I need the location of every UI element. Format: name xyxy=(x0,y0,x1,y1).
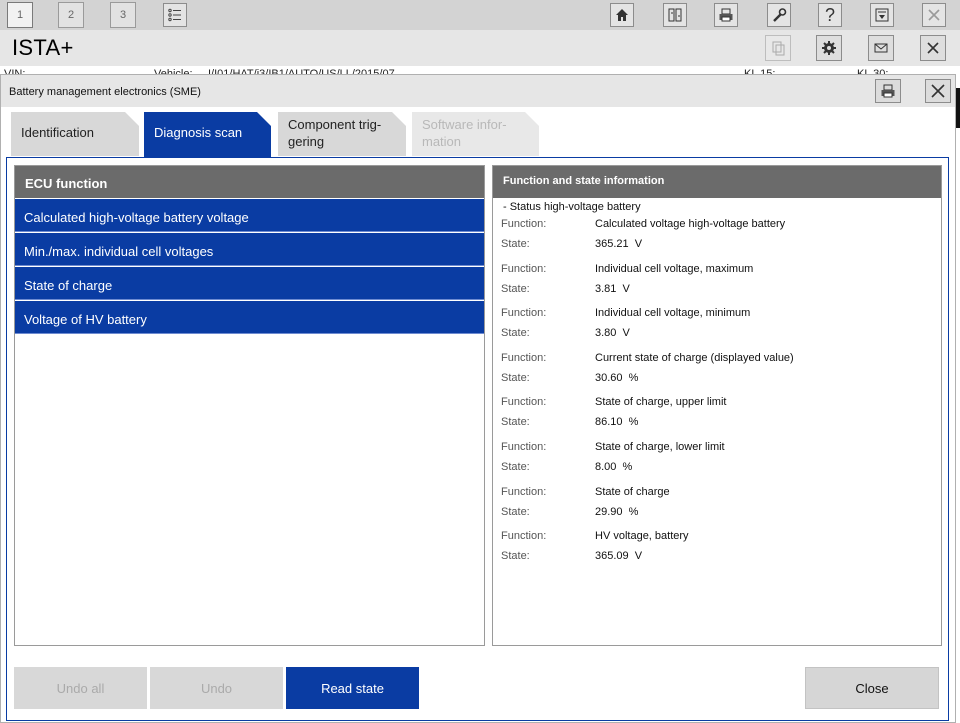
ecu-function-item[interactable]: State of charge xyxy=(15,267,484,300)
list-icon[interactable] xyxy=(161,1,189,29)
function-value: State of charge, upper limit xyxy=(595,396,727,409)
session-tab-3[interactable]: 3 xyxy=(110,2,136,28)
state-value: 3.80 V xyxy=(595,327,630,340)
close-icon[interactable] xyxy=(925,79,951,103)
undo-button[interactable]: Undo xyxy=(150,667,283,709)
wrench-icon[interactable] xyxy=(765,1,793,29)
undo-all-button[interactable]: Undo all xyxy=(14,667,147,709)
title-bar: ISTA+ xyxy=(0,30,960,66)
function-label: Function: xyxy=(501,441,547,453)
function-label: Function: xyxy=(501,218,547,230)
vehicle-data-icon[interactable] xyxy=(661,1,689,29)
state-value: 365.21 V xyxy=(595,238,643,250)
function-label: Function: xyxy=(501,351,547,364)
function-value: Current state of charge (displayed value… xyxy=(595,351,794,364)
help-icon[interactable]: ? xyxy=(816,1,844,29)
function-value: Calculated voltage high-voltage battery xyxy=(595,218,786,230)
function-value: Individual cell voltage, minimum xyxy=(595,307,751,320)
state-value: 8.00 % xyxy=(595,461,633,473)
state-value: 365.09 V xyxy=(595,550,643,563)
state-label: State: xyxy=(501,327,530,340)
ecu-function-item[interactable]: Min./max. individual cell voltages xyxy=(15,233,484,266)
state-value: 3.81 V xyxy=(595,282,630,295)
ecu-function-header: ECU function xyxy=(15,166,484,198)
mail-icon[interactable] xyxy=(868,35,894,61)
tab-diagnosis-scan[interactable]: Diagnosis scan xyxy=(144,112,271,158)
function-value: State of charge, lower limit xyxy=(595,441,725,453)
sme-dialog: Battery management electronics (SME) Ide… xyxy=(0,74,956,723)
function-value: State of charge xyxy=(595,485,670,498)
state-label: State: xyxy=(501,371,530,384)
function-label: Function: xyxy=(501,262,547,275)
function-state-panel: Function and state information - Status … xyxy=(492,165,942,646)
close-icon[interactable] xyxy=(920,35,946,61)
tab-identification[interactable]: Identification xyxy=(11,112,139,156)
ecu-function-panel: ECU function Calculated high-voltage bat… xyxy=(14,165,485,646)
state-label: State: xyxy=(501,505,530,518)
state-label: State: xyxy=(501,416,530,429)
function-state-header: Function and state information xyxy=(493,166,941,198)
download-icon[interactable] xyxy=(868,1,896,29)
tab-content-frame: ECU function Calculated high-voltage bat… xyxy=(6,157,949,721)
app-title: ISTA+ xyxy=(12,35,74,60)
ista-window: 1 2 3 ? ISTA+ VIN: Vehicle: I/I01/HAT/i3… xyxy=(0,0,960,723)
function-label: Function: xyxy=(501,307,547,320)
group-title: - Status high-voltage battery xyxy=(503,201,641,213)
function-label: Function: xyxy=(501,396,547,409)
close-button[interactable]: Close xyxy=(805,667,939,709)
copy-icon[interactable] xyxy=(765,35,791,61)
print-icon[interactable] xyxy=(712,1,740,29)
home-icon[interactable] xyxy=(608,1,636,29)
state-value: 30.60 % xyxy=(595,371,639,384)
state-label: State: xyxy=(501,461,530,473)
state-label: State: xyxy=(501,238,530,250)
state-label: State: xyxy=(501,550,530,563)
function-value: HV voltage, battery xyxy=(595,530,689,543)
ecu-function-item[interactable]: Calculated high-voltage battery voltage xyxy=(15,199,484,232)
state-label: State: xyxy=(501,282,530,295)
top-toolbar: 1 2 3 ? xyxy=(0,0,960,30)
function-label: Function: xyxy=(501,530,547,543)
print-icon[interactable] xyxy=(875,79,901,103)
state-value: 86.10 % xyxy=(595,416,639,429)
state-value: 29.90 % xyxy=(595,505,639,518)
gear-icon[interactable] xyxy=(816,35,842,61)
dialog-title: Battery management electronics (SME) xyxy=(9,86,201,98)
session-tab-2[interactable]: 2 xyxy=(58,2,84,28)
read-state-button[interactable]: Read state xyxy=(286,667,419,709)
tab-software-information: Software infor- mation xyxy=(412,112,539,156)
session-tab-1[interactable]: 1 xyxy=(7,2,33,28)
close-icon[interactable] xyxy=(920,1,948,29)
function-label: Function: xyxy=(501,485,547,498)
tab-component-triggering[interactable]: Component trig- gering xyxy=(278,112,406,156)
function-value: Individual cell voltage, maximum xyxy=(595,262,754,275)
window-edge xyxy=(956,88,960,128)
dialog-header: Battery management electronics (SME) xyxy=(1,75,955,107)
ecu-function-item[interactable]: Voltage of HV battery xyxy=(15,301,484,334)
